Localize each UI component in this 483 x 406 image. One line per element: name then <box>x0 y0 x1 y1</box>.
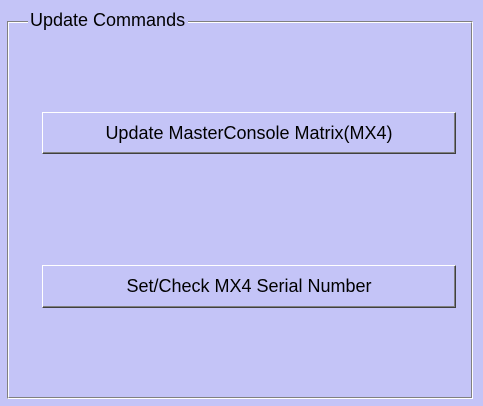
update-mx4-matrix-button[interactable]: Update MasterConsole Matrix(MX4) <box>42 112 456 154</box>
update-commands-group <box>7 21 473 399</box>
group-border <box>8 22 472 398</box>
group-title: Update Commands <box>28 9 189 31</box>
serial-number-button[interactable]: Set/Check MX4 Serial Number <box>42 265 456 308</box>
